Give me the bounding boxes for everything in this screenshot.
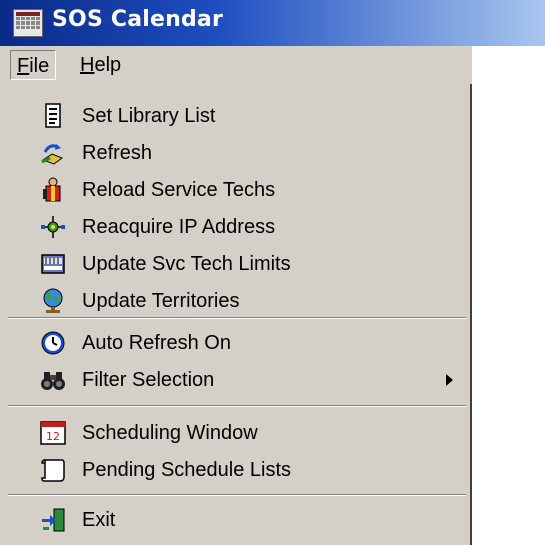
limits-icon <box>41 254 65 274</box>
binoculars-icon <box>41 372 65 390</box>
menu-separator <box>8 494 466 496</box>
help-mnemonic: H <box>80 54 95 76</box>
exit-icon <box>42 508 65 532</box>
document-list-icon <box>45 103 61 128</box>
menu-item-label: Refresh <box>82 142 153 164</box>
menu-separator <box>8 405 466 407</box>
menu-item-auto-refresh-on[interactable]: Auto Refresh On <box>0 325 468 362</box>
menu-item-label: Update Svc Tech Limits <box>82 253 291 275</box>
menu-item-exit[interactable]: Exit <box>0 502 468 539</box>
menu-item-pending-schedule-lists[interactable]: Pending Schedule Lists <box>0 452 468 489</box>
menu-item-set-library-list[interactable]: Set Library List <box>0 98 468 135</box>
file-mnemonic: F <box>17 55 30 77</box>
menu-item-label: Update Territories <box>82 290 240 312</box>
menu-item-scheduling-window[interactable]: 12 Scheduling Window <box>0 415 468 452</box>
menu-item-label: Auto Refresh On <box>82 332 231 354</box>
svg-text:12: 12 <box>46 430 60 443</box>
calendar-grid-icon[interactable] <box>13 9 43 37</box>
network-icon <box>41 216 65 238</box>
menu-item-label: Exit <box>82 509 116 531</box>
menu-item-label: Reload Service Techs <box>82 179 276 201</box>
menu-item-label: Reacquire IP Address <box>82 216 276 238</box>
menu-item-label: Set Library List <box>82 105 216 127</box>
clock-icon <box>41 331 65 355</box>
menu-help[interactable]: Help <box>74 50 127 80</box>
menu-separator <box>8 317 466 319</box>
menu-bar: File Help <box>0 46 545 85</box>
scroll-icon <box>41 459 65 482</box>
globe-icon <box>43 288 63 313</box>
menu-item-update-svc-tech-limits[interactable]: Update Svc Tech Limits <box>0 246 468 283</box>
menu-item-label: Filter Selection <box>82 369 215 391</box>
menu-item-label: Scheduling Window <box>82 422 258 444</box>
menu-item-refresh[interactable]: Refresh <box>0 135 468 172</box>
menu-item-filter-selection[interactable]: Filter Selection <box>0 362 468 399</box>
service-techs-icon <box>43 177 61 202</box>
menu-item-reacquire-ip-address[interactable]: Reacquire IP Address <box>0 209 468 246</box>
file-label-rest: ile <box>29 55 50 77</box>
menu-item-label: Pending Schedule Lists <box>82 459 292 481</box>
menu-file[interactable]: File <box>10 50 57 80</box>
refresh-icon <box>41 144 64 165</box>
title-bar: SOS Calendar <box>0 0 545 46</box>
file-menu-dropdown: Set Library List Refresh Reload Service … <box>0 84 472 545</box>
help-label-rest: elp <box>94 54 122 76</box>
submenu-arrow-icon <box>446 374 453 386</box>
calendar-icon: 12 <box>40 421 66 445</box>
window-title: SOS Calendar <box>52 7 224 32</box>
menu-item-update-territories[interactable]: Update Territories <box>0 283 468 320</box>
menu-item-reload-service-techs[interactable]: Reload Service Techs <box>0 172 468 209</box>
